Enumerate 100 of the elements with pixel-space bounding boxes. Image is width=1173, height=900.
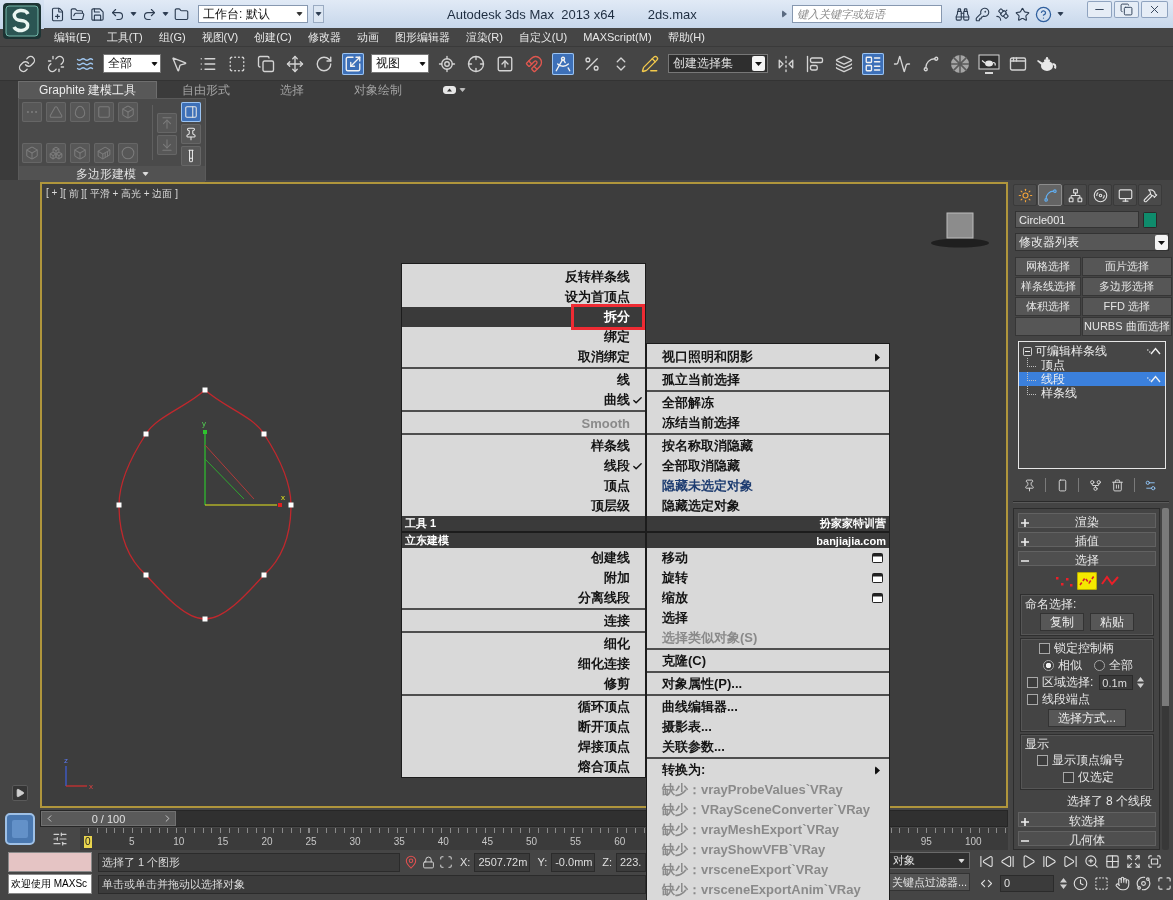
scrollbar[interactable] [1162,508,1169,850]
vertex-handle[interactable] [116,502,122,508]
panel-icon[interactable] [181,102,201,122]
menu-item[interactable]: 孤立当前选择 [647,370,889,390]
listener-output-field[interactable]: 欢迎使用 MAXSc [8,874,92,894]
object-name-field[interactable]: Circle001 [1015,211,1139,228]
radio-button[interactable] [1043,660,1054,671]
save-icon[interactable] [90,6,105,22]
viewport-label[interactable]: [ + ] [46,187,63,201]
panel-button[interactable]: 粘贴 [1090,613,1134,631]
panel-tab[interactable] [1138,184,1162,206]
menu-item[interactable]: 细化连接 [402,654,645,674]
workspace-dropdown[interactable]: 工作台: 默认 [198,5,308,23]
modifier-list-dropdown[interactable]: 修改器列表 [1015,233,1169,251]
menu-item[interactable]: 渲染(R) [457,29,511,45]
menu-item[interactable]: 按名称取消隐藏 [647,436,889,456]
menu-item[interactable]: 断开顶点 [402,717,645,737]
key-icon[interactable] [975,6,990,22]
modifier-button[interactable]: FFD 选择 [1082,297,1172,316]
pan-icon[interactable] [1115,875,1130,891]
menu-item[interactable]: 工具(T) [98,29,151,45]
layout-list-icon[interactable] [862,52,884,75]
settings-icon[interactable] [1143,478,1157,492]
modifier-button[interactable]: 网格选择 [1015,257,1081,276]
spinner-arrows-icon[interactable] [1137,676,1145,689]
cube-icon[interactable] [930,212,990,248]
close-icon[interactable] [1141,1,1168,18]
vertex-handle[interactable] [202,387,208,393]
vertex-handle[interactable] [143,572,149,578]
test-tube-icon[interactable] [181,146,201,166]
quick-access-menu-button[interactable] [313,5,324,23]
listener-input-field[interactable] [8,852,92,872]
menu-item[interactable]: 隐藏未选定对象 [647,476,889,496]
redo-icon[interactable] [142,6,157,22]
fork-icon[interactable] [1088,478,1102,492]
scan-icon[interactable] [439,855,453,869]
menu-item[interactable]: 修剪 [402,674,645,694]
undo-icon[interactable] [110,6,125,22]
play-icon[interactable] [1021,853,1036,869]
checker-sphere-icon[interactable] [949,52,971,75]
dashed-square-icon[interactable] [1094,875,1109,891]
key-filters-button[interactable]: 关键点过滤器... [888,873,970,891]
panel-button[interactable]: 复制 [1040,613,1084,631]
menu-item[interactable]: 细化 [402,634,645,654]
menu-item[interactable]: 曲线编辑器... [647,697,889,717]
minimize-icon[interactable] [1087,1,1112,18]
menu-item[interactable]: 全部取消隐藏 [647,456,889,476]
spinner-field[interactable]: 0.1m [1099,675,1134,690]
menu-item[interactable]: 拆分 [402,307,645,327]
selection-set-combo[interactable]: 创建选择集 [668,54,768,73]
pin-icon[interactable] [1023,478,1036,492]
skip-back-icon[interactable] [979,853,994,869]
menu-item[interactable]: 自定义(U) [510,29,576,45]
rollout-header[interactable]: 软选择 [1018,812,1156,827]
restore-icon[interactable] [1114,1,1139,18]
menu-item[interactable]: 附加 [402,568,645,588]
menu-item[interactable]: 样条线 [402,436,645,456]
stack-item[interactable]: 样条线 [1019,386,1165,400]
menu-item[interactable]: 全部解冻 [647,393,889,413]
key-mode-dropdown[interactable]: 对象 [888,852,970,869]
rollout-header[interactable]: 几何体 [1018,831,1156,846]
menu-item[interactable]: 创建线 [402,548,645,568]
modifier-button[interactable]: 面片选择 [1082,257,1172,276]
menu-item[interactable]: 取消绑定 [402,347,645,367]
expand-icon[interactable] [1126,853,1141,869]
options-box-icon[interactable] [872,553,883,563]
frame-field[interactable]: 0 [1000,874,1054,892]
checkbox[interactable] [1063,772,1074,783]
step-forward-icon[interactable] [1042,853,1057,869]
minus-box-icon[interactable] [1023,346,1032,356]
options-box-icon[interactable] [872,573,883,583]
rollout-header[interactable]: 插值 [1018,532,1156,547]
menu-item[interactable]: 转换为: [647,760,889,780]
stack-item[interactable]: 线段 [1019,372,1165,386]
ribbon-tab[interactable]: 对象绘制 [329,81,428,98]
spinner-arrows-icon[interactable] [1060,876,1067,890]
menu-item[interactable]: 反转样条线 [402,267,645,287]
menu-item[interactable]: 绑定 [402,327,645,347]
panel-tab[interactable] [1013,184,1037,206]
grid-icon[interactable] [1105,853,1120,869]
menu-item[interactable]: 连接 [402,611,645,631]
radio-button[interactable] [1094,660,1105,671]
menu-item[interactable]: 关联参数... [647,737,889,757]
checkbox[interactable] [1039,643,1050,654]
panel-tab[interactable] [1113,184,1137,206]
menu-item[interactable]: 缩放 [647,588,889,608]
transform-gizmo[interactable] [203,430,278,506]
color-swatch-icon[interactable] [1143,211,1157,228]
satellite-icon[interactable] [995,6,1010,22]
new-file-icon[interactable] [50,6,65,22]
checkbox[interactable] [1037,755,1048,766]
menu-item[interactable]: 视口照明和阴影 [647,347,889,367]
teapot-monitor-icon[interactable] [978,52,1000,75]
menu-item[interactable]: 线 [402,370,645,390]
menu-item[interactable]: 设为首顶点 [402,287,645,307]
app-logo-icon[interactable] [3,3,41,39]
menu-item[interactable]: 动画 [348,29,387,45]
menu-item[interactable]: 帮助(H) [659,29,713,45]
modifier-button[interactable]: 样条线选择 [1015,277,1081,296]
ribbon-tab[interactable]: Graphite 建模工具 [18,81,158,98]
